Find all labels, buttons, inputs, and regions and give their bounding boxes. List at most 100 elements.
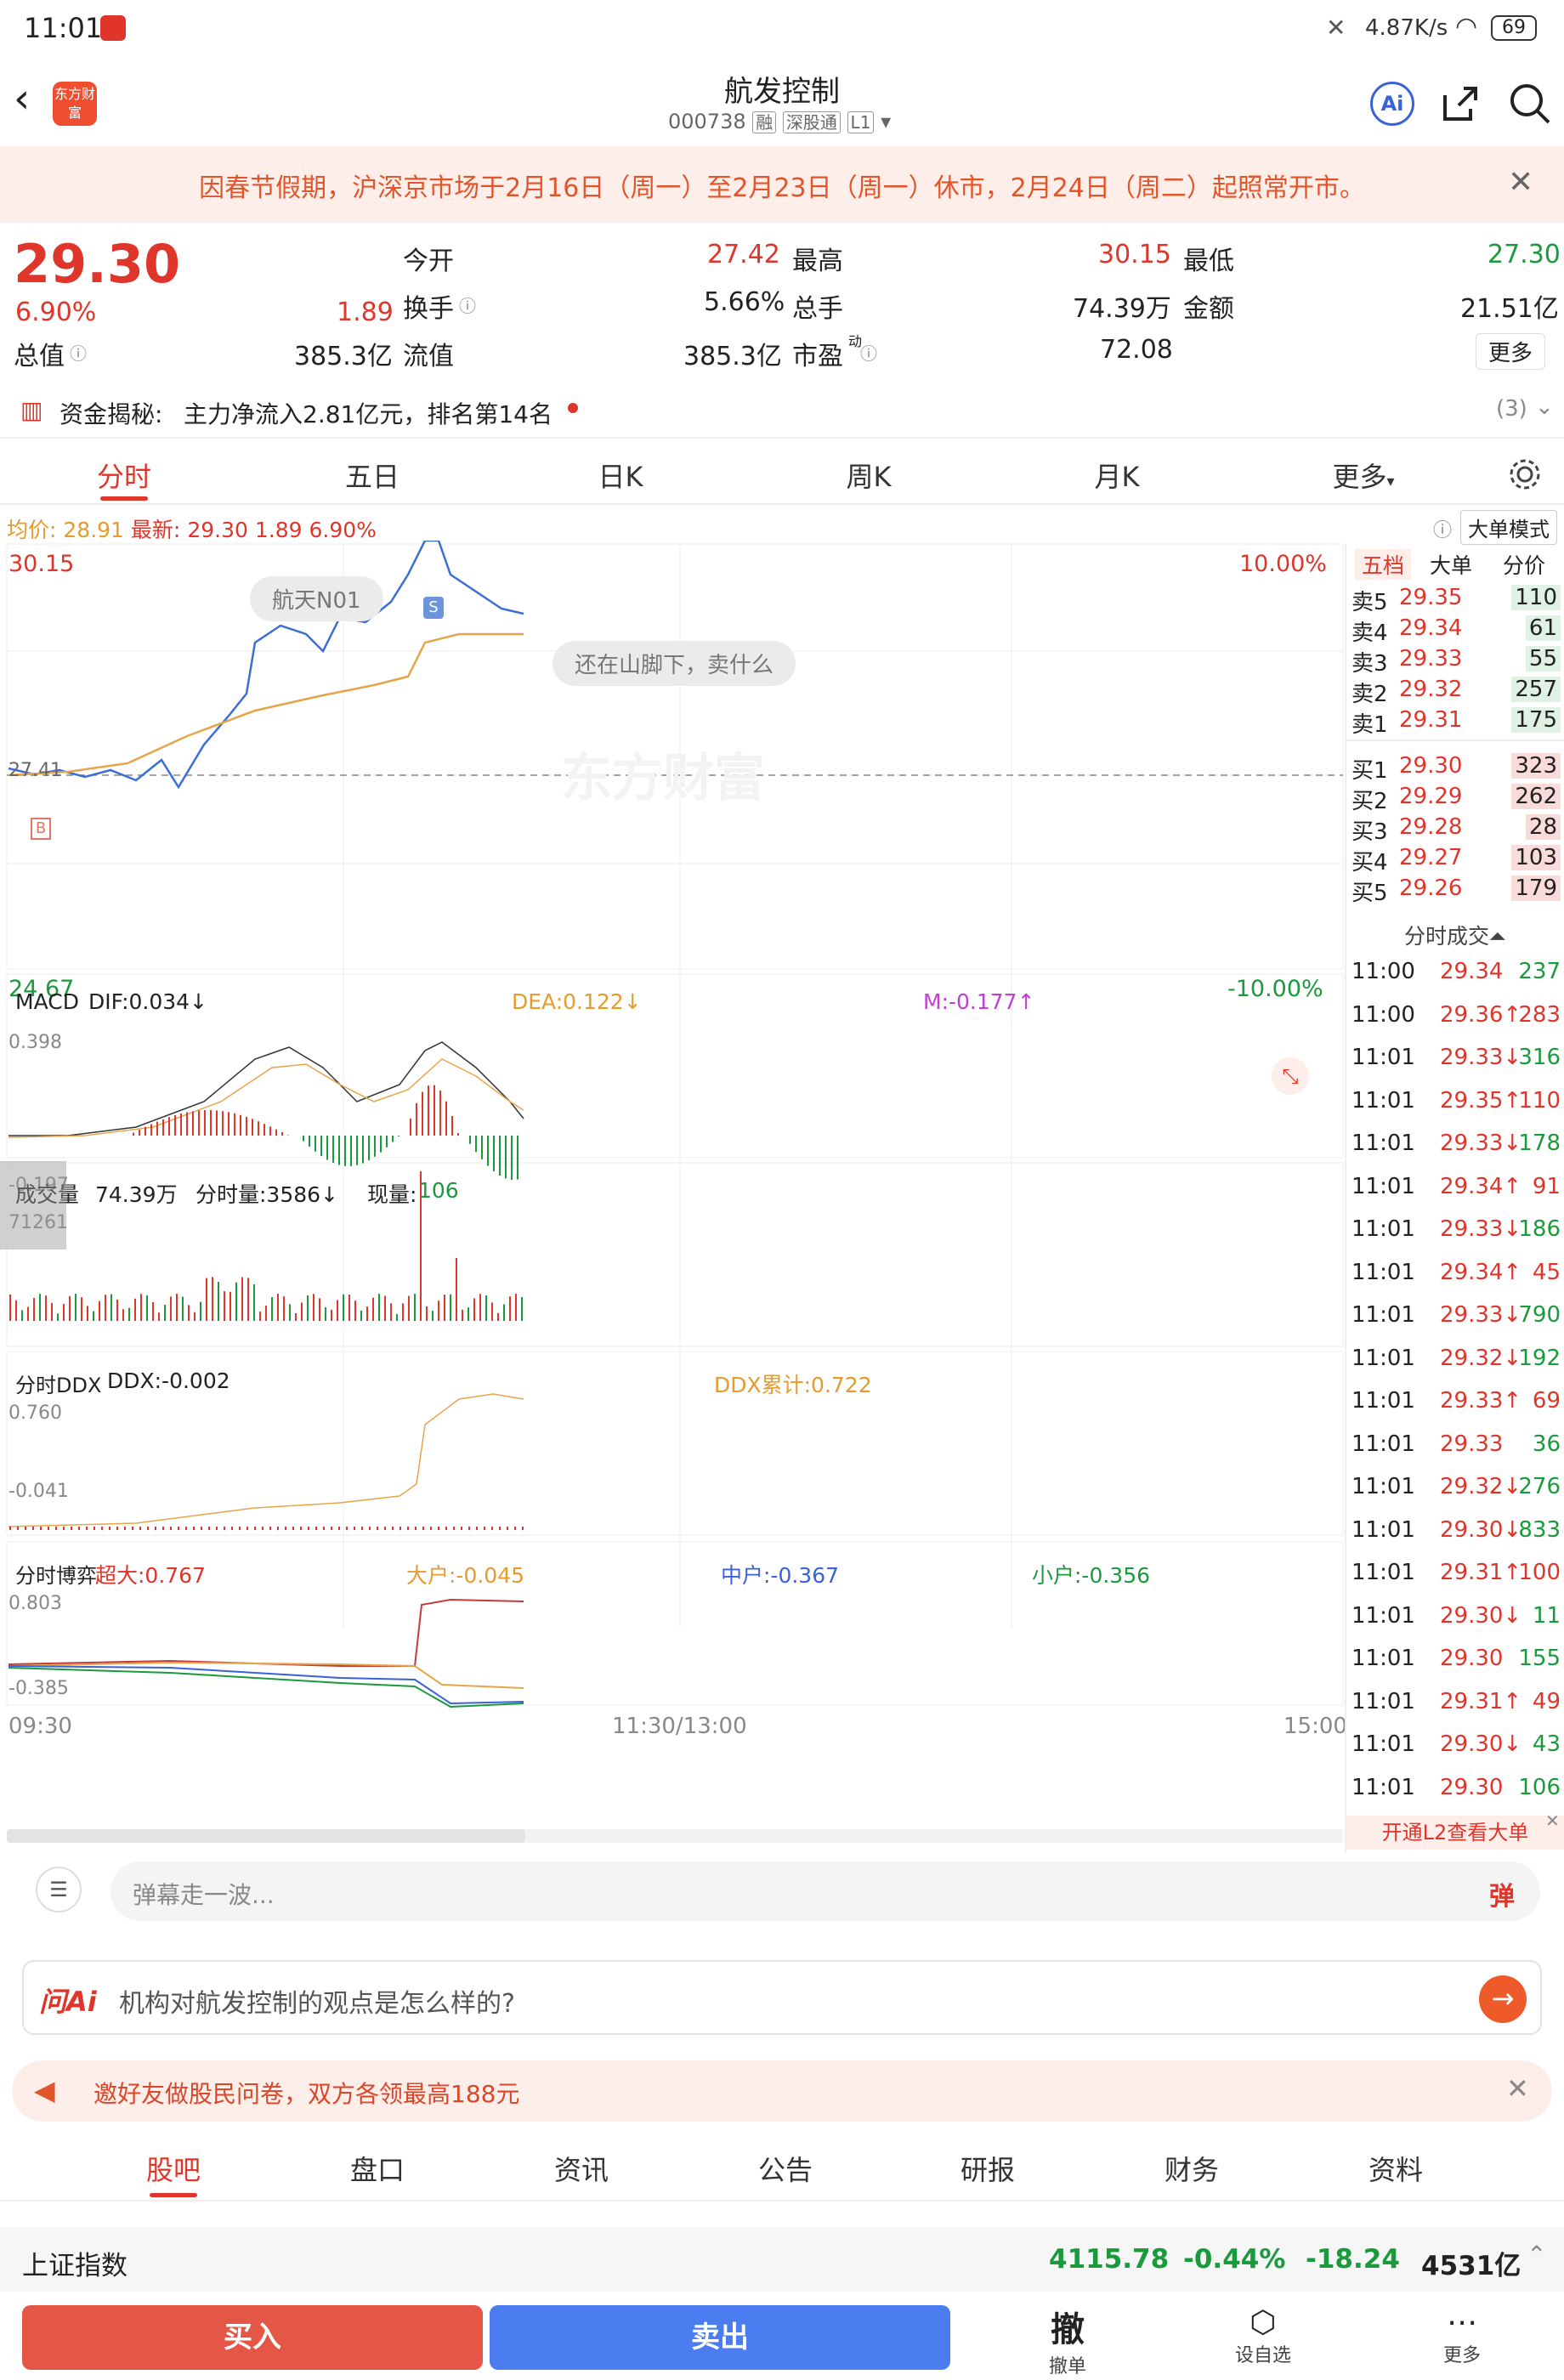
buy-button[interactable]: 买入 [22, 2305, 483, 2370]
tick-cell: 69 [1532, 1388, 1561, 1414]
tag-margin: 融 [752, 111, 777, 133]
macd-name[interactable]: MACD [15, 989, 79, 1014]
tab-weekly-k[interactable]: 周K [847, 456, 892, 495]
tick-row: 11:01 29.31↑ 100 [1352, 1553, 1564, 1595]
bullet-list-icon[interactable]: ☰ [36, 1867, 82, 1912]
order-cell: 29.35 [1399, 585, 1463, 610]
game-layer [8, 1598, 524, 1708]
fund-flow-bar[interactable]: ▥ 资金揭秘: 主力净流入2.81亿元，排名第14名 (3) ⌄ [0, 384, 1564, 439]
fund-flow-text: 主力净流入2.81亿元，排名第14名 [184, 400, 552, 428]
index-bar[interactable]: 上证指数 4115.78 -0.44% -18.24 4531亿 ⌃ [0, 2227, 1564, 2292]
order-level-row: 买2 29.29 262 [1352, 782, 1564, 814]
tab-price-dist[interactable]: 分价 [1503, 549, 1545, 580]
tab-announcements[interactable]: 公告 [758, 2149, 813, 2188]
stock-code: 000738 [668, 110, 746, 133]
bullet-send-button[interactable]: 弹 [1489, 1875, 1515, 1912]
order-level-row: 买3 29.28 28 [1352, 813, 1564, 845]
bullet-input[interactable]: 弹幕走一波... 弹 [110, 1862, 1540, 1921]
tab-more[interactable]: 更多▾ [1332, 456, 1394, 495]
game-super: 超大:0.767 [95, 1563, 206, 1588]
tab-five-levels[interactable]: 五档 [1355, 549, 1412, 580]
tab-monthly-k[interactable]: 月K [1095, 456, 1140, 495]
tab-daily-k[interactable]: 日K [598, 456, 643, 495]
time-axis-start: 09:30 [8, 1714, 72, 1739]
amount: 21.51亿 [1460, 294, 1559, 324]
help-icon[interactable]: ⓘ [1433, 515, 1452, 542]
ticks-title[interactable]: 分时成交⏶ [1346, 920, 1564, 950]
pe-label: 市盈 [792, 342, 843, 371]
more-actions-button[interactable]: ⋯ 更多 [1411, 2305, 1513, 2367]
scroll-handle[interactable] [0, 1161, 66, 1250]
tab-profile[interactable]: 资料 [1368, 2149, 1423, 2188]
tab-research[interactable]: 研报 [960, 2149, 1015, 2188]
l2-button[interactable]: 开通L2查看大单 [1346, 1816, 1564, 1850]
ddx-sum-line [8, 1393, 524, 1527]
cancel-order-button[interactable]: 撤 撤单 [1017, 2302, 1119, 2378]
nav-bar: ‹ 东方财富 航发控制 000738 融 深股通 L1 ▾ Ai [0, 61, 1564, 146]
game-name[interactable]: 分时博弈 [15, 1559, 97, 1589]
avg-price-line [8, 632, 524, 777]
tab-big-orders[interactable]: 大单 [1430, 549, 1472, 580]
order-cell: 28 [1525, 814, 1561, 840]
close-icon[interactable]: ✕ [1508, 165, 1533, 200]
share-icon[interactable] [1440, 83, 1481, 124]
tick-cell: 29.30↓ [1440, 1516, 1522, 1543]
tick-cell: 91 [1532, 1173, 1561, 1199]
time-scrollbar-thumb[interactable] [7, 1829, 525, 1843]
cancel-glyph: 撤 [1051, 2310, 1085, 2349]
volume-now: 106 [418, 1178, 459, 1203]
float-cap: 385.3亿 [683, 342, 782, 371]
buy-marker[interactable]: B [31, 818, 51, 840]
close-icon[interactable]: ✕ [1506, 2072, 1529, 2105]
big-order-mode-button[interactable]: 大单模式 [1460, 510, 1557, 545]
tick-cell: 11:01 [1352, 1516, 1415, 1543]
order-level-row: 买4 29.27 103 [1352, 843, 1564, 876]
game-large: 大户:-0.045 [406, 1563, 525, 1588]
expand-icon[interactable]: ⤡ [1272, 1057, 1309, 1095]
search-icon[interactable] [1508, 82, 1552, 126]
comment-chip[interactable]: 还在山脚下，卖什么 [552, 641, 796, 686]
info-icon[interactable]: ⓘ [860, 340, 877, 365]
order-cell: 29.34 [1399, 615, 1463, 641]
tick-row: 11:01 29.32↓ 192 [1352, 1339, 1564, 1381]
order-level-row: 卖5 29.35 110 [1352, 583, 1564, 615]
info-icon[interactable]: ⓘ [70, 340, 87, 365]
sell-marker[interactable]: S [423, 597, 444, 619]
tab-board[interactable]: 盘口 [350, 2149, 405, 2188]
ref-price: 27.41 [8, 760, 62, 781]
order-cell: 买1 [1352, 758, 1388, 784]
gear-icon[interactable] [1506, 456, 1544, 493]
ai-icon[interactable]: Ai [1370, 82, 1414, 126]
comment-chip[interactable]: 航天N01 [250, 576, 383, 621]
more-button[interactable]: 更多 [1476, 333, 1546, 370]
promo-bar[interactable]: ◀ 邀好友做股民问卷，双方各领最高188元 ✕ [12, 2060, 1552, 2122]
tab-intraday[interactable]: 分时 [97, 456, 151, 495]
change-pct: 6.90% [15, 298, 97, 327]
ask-ai-bar[interactable]: 问Ai 机构对航发控制的观点是怎么样的? → [22, 1960, 1542, 2035]
sell-button[interactable]: 卖出 [490, 2305, 950, 2370]
tab-news[interactable]: 资讯 [554, 2149, 609, 2188]
avg: 28.91 [63, 518, 124, 542]
tag-connect: 深股通 [782, 111, 841, 133]
tab-finance[interactable]: 财务 [1164, 2149, 1219, 2188]
volume-minute: 分时量:3586↓ [196, 1182, 338, 1207]
tab-underline [150, 2193, 197, 2197]
ddx-name[interactable]: 分时DDX [15, 1368, 101, 1398]
tick-cell: 100 [1518, 1560, 1561, 1585]
stock-code-row[interactable]: 000738 融 深股通 L1 ▾ [668, 109, 891, 133]
tab-forum[interactable]: 股吧 [146, 2149, 201, 2188]
pe: 72.08 [1100, 335, 1173, 365]
change: 1.89 [337, 298, 394, 327]
tick-cell: 29.32↓ [1440, 1474, 1522, 1499]
tab-five-day[interactable]: 五日 [345, 456, 400, 495]
arrow-right-icon[interactable]: → [1479, 1975, 1527, 2023]
add-watchlist-button[interactable]: ⬡ 设自选 [1212, 2305, 1314, 2367]
info-icon[interactable]: ⓘ [459, 292, 476, 317]
tick-cell: 29.32↓ [1440, 1345, 1522, 1371]
order-level-row: 卖3 29.33 55 [1352, 644, 1564, 677]
order-cell: 买2 [1352, 789, 1388, 814]
order-cell: 29.27 [1399, 845, 1463, 870]
close-icon[interactable]: ✕ [1545, 1810, 1560, 1831]
game-mid: 中户:-0.367 [721, 1563, 840, 1588]
status-bar: 11:01 ✕ 4.87K/s ◠ 69 [0, 0, 1564, 61]
